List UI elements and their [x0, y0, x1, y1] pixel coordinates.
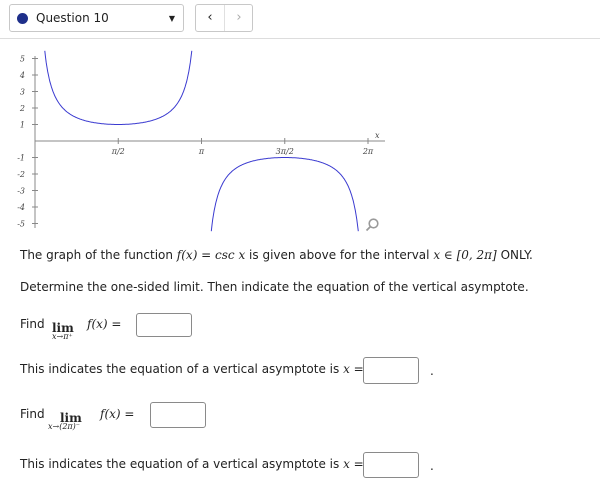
x-tick-label: π/2 [111, 147, 125, 156]
y-tick-label: 4 [19, 71, 25, 80]
x-axis-label: x [375, 131, 380, 140]
csc-curve-branch-2 [210, 157, 359, 232]
y-tick-label: 5 [20, 55, 25, 64]
csc-graph: 5 4 3 2 1 -1 -2 -3 -4 -5 π/2 π 3π/2 2π x [17, 50, 385, 232]
q2-period: . [430, 459, 434, 473]
csc-curve-branch-1 [44, 50, 193, 125]
y-tick-label: -3 [17, 187, 25, 196]
y-tick-label: 3 [20, 88, 25, 97]
x-tick-label: 2π [362, 147, 374, 156]
q1-limit: lim x→π⁺ [52, 321, 74, 341]
q2-asymptote-input[interactable] [363, 452, 419, 478]
q2-limit-answer-input[interactable] [150, 402, 206, 428]
q1-limit-answer-input[interactable] [136, 313, 192, 337]
interval: x ∈ [0, 2π] [433, 248, 497, 262]
y-tick-label: -5 [17, 220, 25, 229]
y-tick-label: 1 [20, 121, 25, 130]
chevron-left-icon[interactable]: ‹ [196, 5, 225, 31]
q1-asymptote-text: This indicates the equation of a vertica… [20, 362, 364, 376]
question-select[interactable]: Question 10 ▼ [9, 4, 184, 32]
question-status-dot [17, 13, 28, 24]
function-def: f(x) = csc x [176, 248, 246, 262]
x-tick-label: π [198, 147, 205, 156]
q1-period: . [430, 364, 434, 378]
x-tick-label: 3π/2 [276, 147, 294, 156]
question-nav: ‹ › [195, 4, 253, 32]
question-label: Question 10 [36, 11, 109, 25]
q2-expression: f(x) = [100, 407, 135, 421]
q1-find-label: Find [20, 317, 45, 331]
magnify-icon[interactable] [364, 217, 380, 233]
y-tick-label: 2 [19, 104, 25, 113]
q2-asymptote-text: This indicates the equation of a vertica… [20, 457, 364, 471]
q2-find-label: Find [20, 407, 45, 421]
q2-limit: lim x→(2π)⁻ [48, 411, 82, 431]
question-toolbar: Question 10 ▼ ‹ › [0, 0, 600, 38]
y-tick-label: -2 [17, 170, 25, 179]
q1-expression: f(x) = [87, 317, 122, 331]
caret-down-icon: ▼ [168, 14, 175, 23]
intro-paragraph: The graph of the function f(x) = csc x i… [20, 248, 533, 262]
chevron-right-icon[interactable]: › [225, 5, 253, 31]
toolbar-divider [0, 38, 600, 39]
instructions: Determine the one-sided limit. Then indi… [20, 280, 529, 294]
q1-asymptote-input[interactable] [363, 357, 419, 384]
y-tick-label: -4 [17, 203, 25, 212]
y-tick-label: -1 [17, 154, 25, 163]
